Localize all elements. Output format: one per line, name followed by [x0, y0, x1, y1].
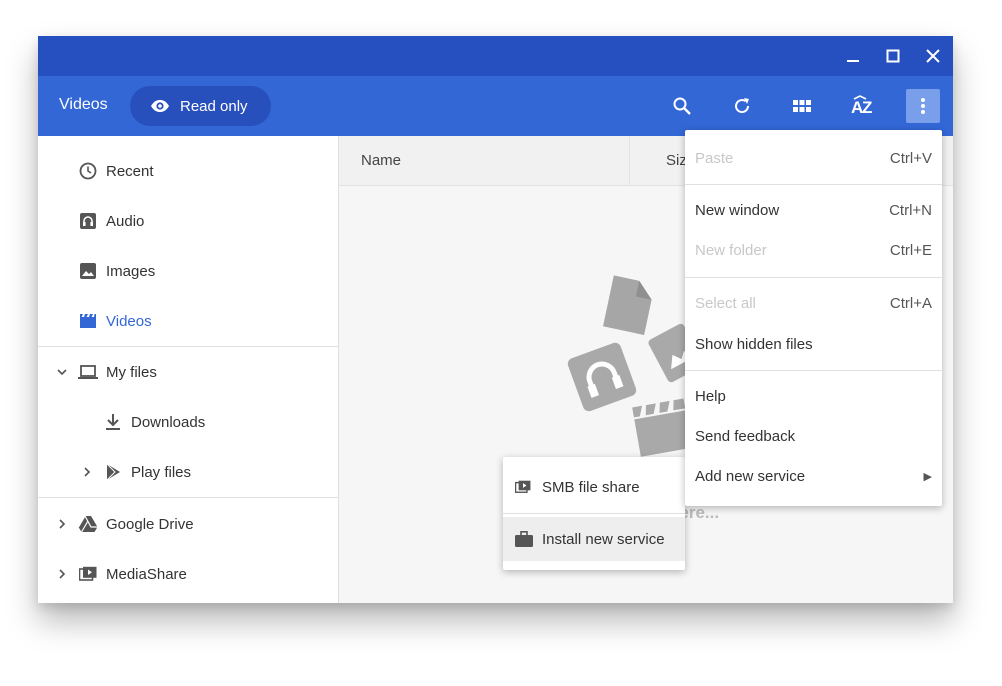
clock-icon	[78, 161, 98, 181]
install-new-service-item[interactable]: Install new service	[503, 517, 685, 561]
sidebar-item-mediashare[interactable]: MediaShare	[38, 549, 338, 599]
chevron-right-icon[interactable]	[55, 567, 69, 581]
smb-file-share-label: SMB file share	[542, 478, 640, 496]
empty-folder-illustration	[564, 271, 704, 476]
chevron-right-icon[interactable]	[55, 517, 69, 531]
sidebar-item-label: Images	[106, 262, 156, 280]
read-only-badge[interactable]: Read only	[130, 86, 271, 126]
column-header-name[interactable]: Name	[361, 152, 401, 169]
header-bar: Videos Read only A Z	[38, 76, 953, 136]
title-bar	[38, 36, 953, 76]
menu-separator	[685, 370, 942, 371]
sidebar-item-google-drive[interactable]: Google Drive	[38, 499, 338, 549]
search-icon[interactable]	[667, 91, 697, 121]
overflow-menu: Paste Ctrl+V New window Ctrl+N New folde…	[685, 130, 942, 506]
new-folder-label: New folder	[695, 241, 767, 259]
install-new-service-label: Install new service	[542, 530, 665, 548]
select-all-shortcut: Ctrl+A	[889, 294, 932, 312]
sidebar-item-label: Play files	[131, 463, 192, 481]
briefcase-icon	[515, 531, 533, 547]
select-all-menu-item[interactable]: Select all Ctrl+A	[685, 285, 942, 321]
audio-icon	[78, 211, 98, 231]
eye-icon	[150, 99, 170, 113]
help-label: Help	[695, 387, 726, 405]
download-icon	[103, 412, 123, 432]
sidebar-item-my-files[interactable]: My files	[38, 347, 338, 397]
read-only-label: Read only	[180, 97, 248, 115]
video-icon	[78, 311, 98, 331]
menu-separator	[685, 184, 942, 185]
smb-file-share-item[interactable]: SMB file share	[503, 465, 685, 509]
sidebar-item-label: Downloads	[131, 413, 206, 431]
new-window-shortcut: Ctrl+N	[889, 201, 932, 219]
send-feedback-menu-item[interactable]: Send feedback	[685, 418, 942, 454]
show-hidden-files-label: Show hidden files	[695, 335, 813, 353]
chevron-down-icon[interactable]	[55, 365, 69, 379]
paste-menu-item[interactable]: Paste Ctrl+V	[685, 140, 942, 176]
sidebar-item-label: Audio	[106, 212, 145, 230]
more-vert-icon[interactable]	[906, 89, 940, 123]
sidebar-item-label: MediaShare	[106, 565, 187, 583]
paste-shortcut: Ctrl+V	[889, 149, 932, 167]
sort-az-icon[interactable]: A Z	[848, 91, 878, 121]
sidebar: Recent Audio Images Videos My files Down…	[38, 136, 339, 603]
sidebar-item-audio[interactable]: Audio	[38, 196, 338, 246]
maximize-icon[interactable]	[873, 36, 913, 76]
minimize-icon[interactable]	[833, 36, 873, 76]
sidebar-item-recent[interactable]: Recent	[38, 146, 338, 196]
laptop-icon	[78, 362, 98, 382]
new-folder-shortcut: Ctrl+E	[889, 241, 932, 259]
submenu-arrow-icon: ▶	[923, 470, 932, 483]
location-title: Videos	[59, 96, 108, 113]
files-app-window: Videos Read only A Z Recent Audio Images…	[38, 36, 953, 603]
new-folder-menu-item[interactable]: New folder Ctrl+E	[685, 232, 942, 268]
paste-label: Paste	[695, 149, 734, 167]
add-new-service-menu-item[interactable]: Add new service ▶	[685, 458, 942, 494]
new-window-menu-item[interactable]: New window Ctrl+N	[685, 192, 942, 228]
sidebar-item-videos[interactable]: Videos	[38, 296, 338, 346]
google-drive-icon	[78, 514, 98, 534]
sidebar-item-label: My files	[106, 363, 157, 381]
refresh-icon[interactable]	[727, 91, 757, 121]
new-window-label: New window	[695, 201, 780, 219]
smb-share-icon	[515, 480, 531, 494]
column-separator[interactable]	[629, 136, 630, 185]
chevron-right-icon[interactable]	[80, 465, 94, 479]
add-service-submenu: SMB file share Install new service	[503, 457, 685, 570]
media-share-icon	[78, 564, 98, 584]
sidebar-item-images[interactable]: Images	[38, 246, 338, 296]
image-icon	[78, 261, 98, 281]
play-store-icon	[103, 462, 123, 482]
sidebar-item-play-files[interactable]: Play files	[38, 447, 338, 497]
grid-view-icon[interactable]	[787, 91, 817, 121]
sidebar-divider	[38, 497, 338, 498]
sidebar-item-label: Videos	[106, 312, 152, 330]
menu-separator	[685, 277, 942, 278]
sidebar-item-downloads[interactable]: Downloads	[38, 397, 338, 447]
select-all-label: Select all	[695, 294, 756, 312]
sidebar-item-label: Recent	[106, 162, 154, 180]
send-feedback-label: Send feedback	[695, 427, 796, 445]
sidebar-item-label: Google Drive	[106, 515, 194, 533]
close-icon[interactable]	[913, 36, 953, 76]
help-menu-item[interactable]: Help	[685, 378, 942, 414]
submenu-separator	[503, 513, 685, 514]
add-new-service-label: Add new service	[695, 467, 806, 485]
svg-text:Z: Z	[862, 98, 872, 117]
show-hidden-files-menu-item[interactable]: Show hidden files	[685, 326, 942, 362]
